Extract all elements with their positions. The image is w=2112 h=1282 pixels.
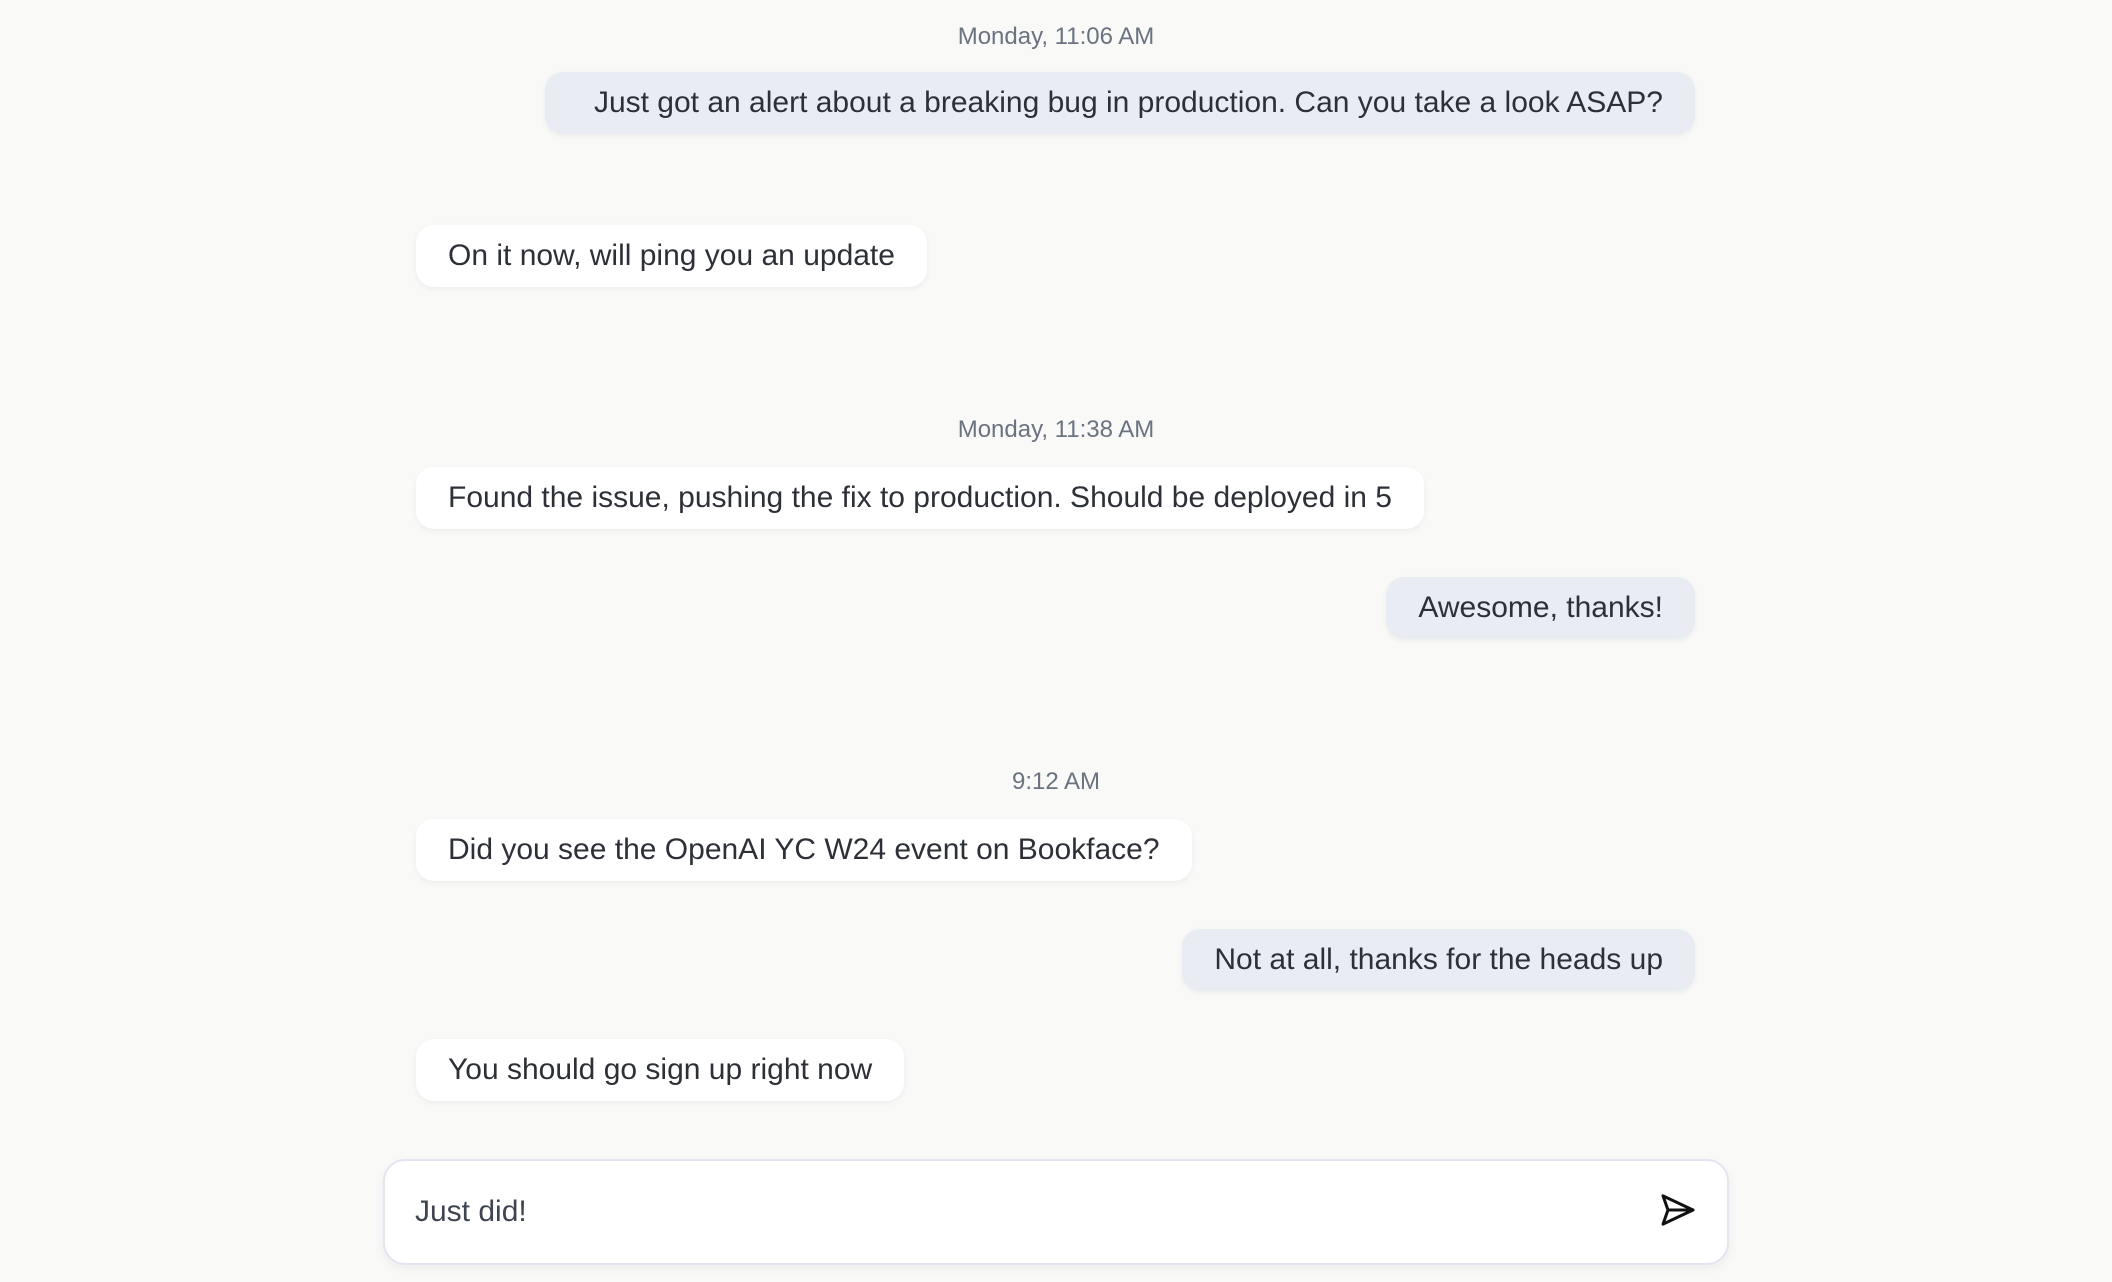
timestamp: 9:12 AM [1011, 768, 1101, 795]
chat-window: Monday, 11:06 AM Just got an alert about… [0, 0, 2112, 1282]
message-input[interactable] [415, 1191, 1595, 1233]
outgoing-message: Just got an alert about a breaking bug i… [545, 72, 1695, 134]
incoming-message: On it now, will ping you an update [416, 225, 927, 287]
outgoing-message: Awesome, thanks! [1386, 577, 1695, 639]
incoming-message: Found the issue, pushing the fix to prod… [416, 467, 1424, 529]
message-composer [383, 1159, 1729, 1265]
timestamp: Monday, 11:06 AM [957, 23, 1155, 50]
send-icon [1658, 1190, 1698, 1235]
outgoing-message: Not at all, thanks for the heads up [1182, 929, 1695, 991]
send-button[interactable] [1653, 1187, 1703, 1237]
timestamp: Monday, 11:38 AM [957, 416, 1155, 443]
incoming-message: You should go sign up right now [416, 1039, 905, 1101]
incoming-message: Did you see the OpenAI YC W24 event on B… [416, 819, 1192, 881]
